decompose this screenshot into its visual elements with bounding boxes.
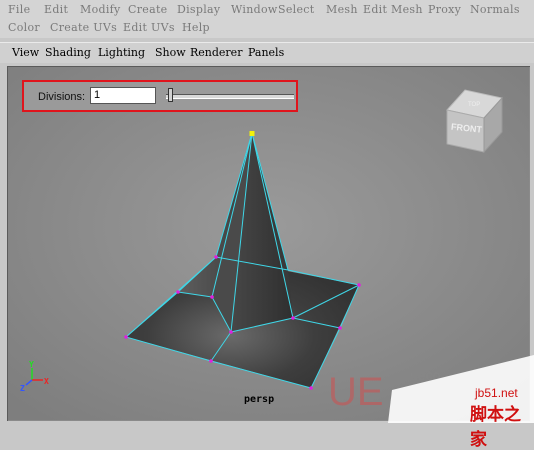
divisions-slider-track[interactable]: [166, 94, 294, 99]
watermark-site: jb51.net: [475, 386, 518, 400]
axis-y-label: Y: [29, 360, 34, 369]
divisions-highlight-box: Divisions: 1: [22, 80, 298, 112]
view-cube-top-label: TOP: [468, 102, 480, 108]
apex-vertex[interactable]: [249, 131, 255, 136]
divisions-label: Divisions:: [38, 91, 86, 103]
axis-z-label: Z: [20, 384, 25, 393]
axis-x-label: X: [44, 377, 49, 386]
viewport-scene: FRONT TOP Y X Z UE ueco: [8, 67, 534, 423]
divisions-slider-handle[interactable]: [168, 88, 173, 102]
watermark-cn: 脚本之家: [470, 405, 521, 450]
watermark-logo-text: UE: [328, 370, 384, 414]
camera-label: persp: [244, 394, 275, 405]
divisions-input[interactable]: 1: [90, 87, 156, 104]
